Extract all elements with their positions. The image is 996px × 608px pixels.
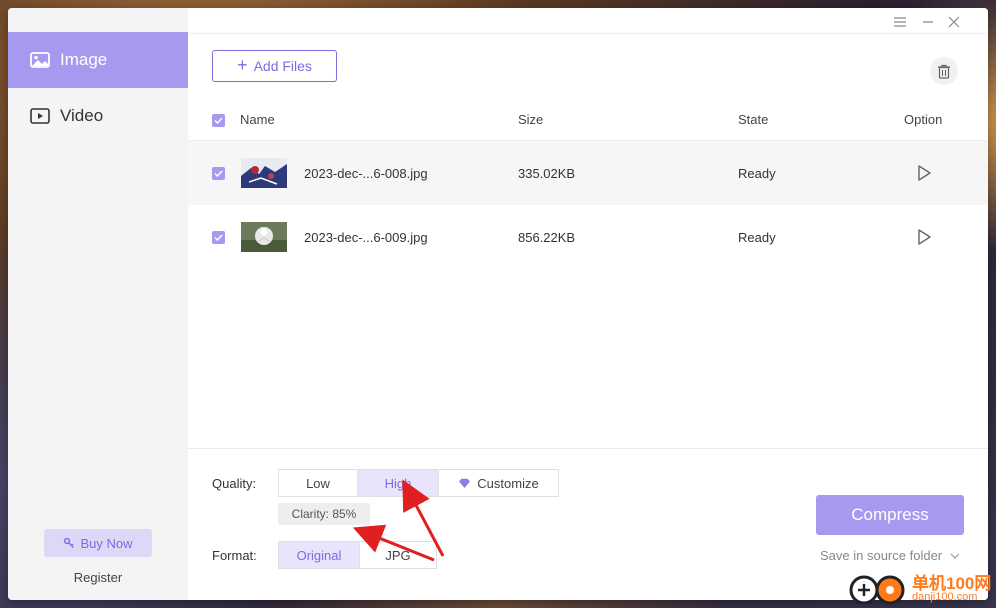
save-location-label: Save in source folder xyxy=(820,548,943,563)
buy-now-button[interactable]: Buy Now xyxy=(44,529,152,557)
watermark-url: danji100.com xyxy=(912,591,978,603)
minimize-icon[interactable] xyxy=(916,11,940,33)
quality-customize-option[interactable]: Customize xyxy=(439,470,558,496)
sidebar-item-image[interactable]: Image xyxy=(8,32,188,88)
table-row: 2023-dec-...6-008.jpg 335.02KB Ready xyxy=(188,141,988,205)
quality-label: Quality: xyxy=(212,476,257,491)
column-header-option: Option xyxy=(904,112,943,127)
app-window: Image Video Buy Now Register + Add Files… xyxy=(8,8,988,600)
column-header-name: Name xyxy=(240,112,275,127)
file-thumbnail xyxy=(241,222,287,252)
file-name: 2023-dec-...6-008.jpg xyxy=(304,166,428,181)
format-label: Format: xyxy=(212,548,257,563)
file-state: Ready xyxy=(738,166,776,181)
buy-now-label: Buy Now xyxy=(80,535,133,551)
file-thumbnail xyxy=(241,158,287,188)
format-selector: Original JPG xyxy=(278,541,437,569)
play-icon[interactable] xyxy=(914,227,934,247)
quality-high-option[interactable]: High xyxy=(358,470,439,496)
chevron-down-icon xyxy=(950,553,960,559)
format-jpg-option[interactable]: JPG xyxy=(360,542,436,568)
sidebar-item-video[interactable]: Video xyxy=(8,88,188,144)
quality-selector: Low High Customize xyxy=(278,469,559,497)
watermark-icon xyxy=(849,575,905,605)
quality-low-option[interactable]: Low xyxy=(279,470,358,496)
file-size: 335.02KB xyxy=(518,166,576,181)
sidebar-item-label: Video xyxy=(60,106,104,125)
column-header-size: Size xyxy=(518,112,544,127)
file-name: 2023-dec-...6-009.jpg xyxy=(304,230,428,245)
clarity-badge: Clarity: 85% xyxy=(278,503,370,525)
video-icon xyxy=(30,108,50,124)
divider xyxy=(188,448,988,449)
compress-button[interactable]: Compress xyxy=(816,495,964,535)
table-row: 2023-dec-...6-009.jpg 856.22KB Ready xyxy=(188,205,988,269)
row-checkbox[interactable] xyxy=(212,167,225,180)
trash-icon[interactable] xyxy=(930,57,958,85)
watermark-text: 单机100网 xyxy=(912,574,992,593)
sidebar: Image Video Buy Now Register xyxy=(8,8,188,600)
key-icon xyxy=(63,537,75,549)
file-state: Ready xyxy=(738,230,776,245)
add-files-button[interactable]: + Add Files xyxy=(212,50,337,82)
image-icon xyxy=(30,52,50,68)
watermark-logo: 单机100网 danji100.com xyxy=(848,570,996,608)
close-icon[interactable] xyxy=(942,11,966,33)
sidebar-item-label: Image xyxy=(60,50,108,69)
diamond-icon xyxy=(458,478,471,489)
format-original-option[interactable]: Original xyxy=(279,542,360,568)
main-panel: + Add Files Name Size State Option 2023-… xyxy=(188,8,988,600)
file-size: 856.22KB xyxy=(518,230,576,245)
plus-icon: + xyxy=(237,55,248,75)
save-location-dropdown[interactable]: Save in source folder xyxy=(820,548,960,563)
play-icon[interactable] xyxy=(914,163,934,183)
divider xyxy=(188,33,988,34)
register-link[interactable]: Register xyxy=(8,570,188,585)
customize-label: Customize xyxy=(477,475,539,491)
add-files-label: Add Files xyxy=(253,58,312,74)
select-all-checkbox[interactable] xyxy=(212,114,225,127)
menu-icon[interactable] xyxy=(888,11,912,33)
column-header-state: State xyxy=(738,112,769,127)
row-checkbox[interactable] xyxy=(212,231,225,244)
